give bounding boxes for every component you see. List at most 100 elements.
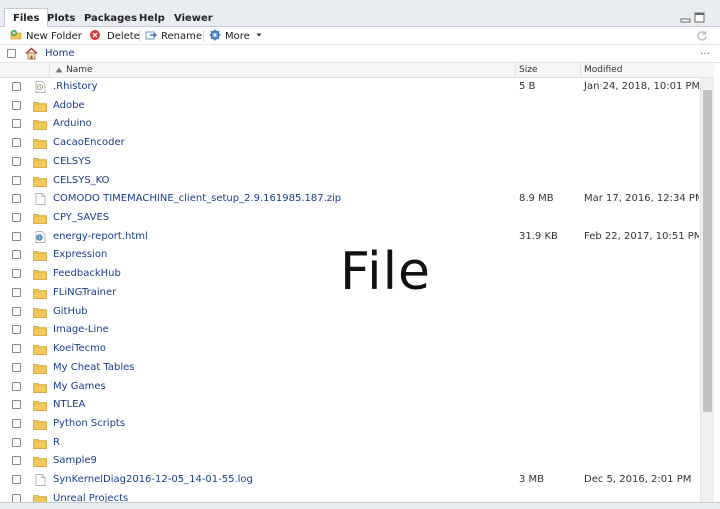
table-row[interactable]: Adobe xyxy=(0,97,699,116)
row-checkbox[interactable] xyxy=(12,231,21,241)
table-row[interactable]: Sample9 xyxy=(0,452,699,471)
rename-button[interactable]: Rename xyxy=(145,29,202,43)
column-size[interactable]: Size xyxy=(519,65,537,75)
select-all-checkbox[interactable] xyxy=(7,49,16,58)
row-checkbox[interactable] xyxy=(12,175,21,185)
tab-viewer[interactable]: Viewer xyxy=(165,8,222,27)
file-name-link[interactable]: .Rhistory xyxy=(53,81,98,92)
file-name-link[interactable]: CacaoEncoder xyxy=(53,137,125,148)
file-name-link[interactable]: CELSYS xyxy=(53,156,91,167)
file-name-link[interactable]: NTLEA xyxy=(53,399,85,410)
folder-icon xyxy=(33,343,47,355)
row-checkbox[interactable] xyxy=(12,306,21,316)
row-checkbox[interactable] xyxy=(12,362,21,372)
row-checkbox[interactable] xyxy=(12,119,21,129)
file-name-link[interactable]: CELSYS_KO xyxy=(53,175,110,186)
file-name-link[interactable]: SynKernelDiag2016-12-05_14-01-55.log xyxy=(53,474,253,485)
file-name-link[interactable]: energy-report.html xyxy=(53,231,148,242)
file-name-link[interactable]: COMODO TIMEMACHINE_client_setup_2.9.1619… xyxy=(53,193,341,204)
more-path-options[interactable]: … xyxy=(700,46,710,57)
table-row[interactable]: CacaoEncoder xyxy=(0,134,699,153)
table-row[interactable]: Unreal Projects xyxy=(0,490,699,502)
file-name-link[interactable]: Sample9 xyxy=(53,455,97,466)
row-checkbox[interactable] xyxy=(12,100,21,110)
breadcrumb-home[interactable]: Home xyxy=(45,48,75,59)
column-modified[interactable]: Modified xyxy=(584,65,622,75)
file-size: 8.9 MB xyxy=(519,193,554,205)
row-checkbox[interactable] xyxy=(12,344,21,354)
table-row[interactable]: R xyxy=(0,434,699,453)
folder-icon xyxy=(33,100,47,112)
folder-icon xyxy=(33,268,47,281)
file-name-link[interactable]: Unreal Projects xyxy=(53,493,128,502)
file-size: 3 MB xyxy=(519,474,545,486)
file-name-link[interactable]: My Cheat Tables xyxy=(53,362,135,373)
file-name-link[interactable]: Adobe xyxy=(53,100,85,111)
row-checkbox[interactable] xyxy=(12,418,21,428)
row-checkbox[interactable] xyxy=(12,400,21,410)
file-name-link[interactable]: FeedbackHub xyxy=(53,268,121,279)
file-name-link[interactable]: GitHub xyxy=(53,306,88,317)
file-modified: Feb 22, 2017, 10:51 PM xyxy=(584,230,699,242)
vertical-scrollbar[interactable] xyxy=(700,78,714,502)
row-checkbox[interactable] xyxy=(12,82,21,91)
delete-button[interactable]: Delete xyxy=(89,29,140,43)
html-file-icon xyxy=(33,230,47,243)
row-checkbox[interactable] xyxy=(12,475,21,485)
row-checkbox[interactable] xyxy=(12,456,21,466)
row-checkbox[interactable] xyxy=(12,437,21,447)
folder-icon xyxy=(33,399,47,412)
file-name-link[interactable]: FLiNGTrainer xyxy=(53,287,116,298)
file-name-link[interactable]: R xyxy=(53,437,60,448)
folder-icon xyxy=(33,381,47,393)
overlay-caption: File xyxy=(340,242,432,302)
row-checkbox[interactable] xyxy=(12,381,21,391)
column-name[interactable]: Name xyxy=(66,65,93,75)
table-row[interactable]: CPY_SAVES xyxy=(0,209,699,228)
file-name-link[interactable]: Expression xyxy=(53,249,107,260)
row-checkbox[interactable] xyxy=(12,287,21,297)
table-row[interactable]: NTLEA xyxy=(0,396,699,415)
toolbar-divider xyxy=(139,30,140,42)
file-modified: Dec 5, 2016, 2:01 PM xyxy=(584,474,692,486)
more-menu-button[interactable]: More xyxy=(209,29,262,43)
row-checkbox[interactable] xyxy=(12,269,21,279)
table-row[interactable]: Python Scripts xyxy=(0,415,699,434)
scrollbar-thumb[interactable] xyxy=(703,90,712,412)
file-name-link[interactable]: My Games xyxy=(53,381,106,392)
table-row[interactable]: CELSYS xyxy=(0,153,699,172)
row-checkbox[interactable] xyxy=(12,493,21,502)
folder-icon xyxy=(33,418,47,430)
folder-icon xyxy=(33,437,47,449)
new-folder-button[interactable]: New Folder xyxy=(10,29,82,43)
minimize-icon[interactable] xyxy=(680,12,691,23)
refresh-icon[interactable] xyxy=(696,30,708,42)
file-size: 5 B xyxy=(519,81,536,92)
table-row[interactable]: .Rhistory 5 B Jan 24, 2018, 10:01 PM xyxy=(0,78,699,97)
column-divider xyxy=(580,63,581,78)
file-name-link[interactable]: Arduino xyxy=(53,118,92,129)
row-checkbox[interactable] xyxy=(12,213,21,223)
file-modified: Mar 17, 2016, 12:34 PM xyxy=(584,193,699,205)
row-checkbox[interactable] xyxy=(12,194,21,204)
table-row[interactable]: My Games xyxy=(0,378,699,397)
file-icon xyxy=(33,193,47,206)
row-checkbox[interactable] xyxy=(12,325,21,335)
row-checkbox[interactable] xyxy=(12,156,21,166)
table-row[interactable]: COMODO TIMEMACHINE_client_setup_2.9.1619… xyxy=(0,190,699,209)
delete-icon xyxy=(90,30,100,40)
table-row[interactable]: Arduino xyxy=(0,115,699,134)
table-row[interactable]: SynKernelDiag2016-12-05_14-01-55.log 3 MB… xyxy=(0,471,699,490)
file-name-link[interactable]: Python Scripts xyxy=(53,418,125,429)
file-name-link[interactable]: CPY_SAVES xyxy=(53,212,109,223)
folder-icon xyxy=(33,249,47,262)
table-row[interactable]: KoeiTecmo xyxy=(0,340,699,359)
row-checkbox[interactable] xyxy=(12,250,21,260)
table-row[interactable]: CELSYS_KO xyxy=(0,172,699,191)
maximize-icon[interactable] xyxy=(694,12,705,23)
file-name-link[interactable]: KoeiTecmo xyxy=(53,343,106,354)
table-row[interactable]: My Cheat Tables xyxy=(0,359,699,378)
row-checkbox[interactable] xyxy=(12,138,21,148)
table-row[interactable]: Image-Line xyxy=(0,321,699,340)
file-name-link[interactable]: Image-Line xyxy=(53,324,109,335)
